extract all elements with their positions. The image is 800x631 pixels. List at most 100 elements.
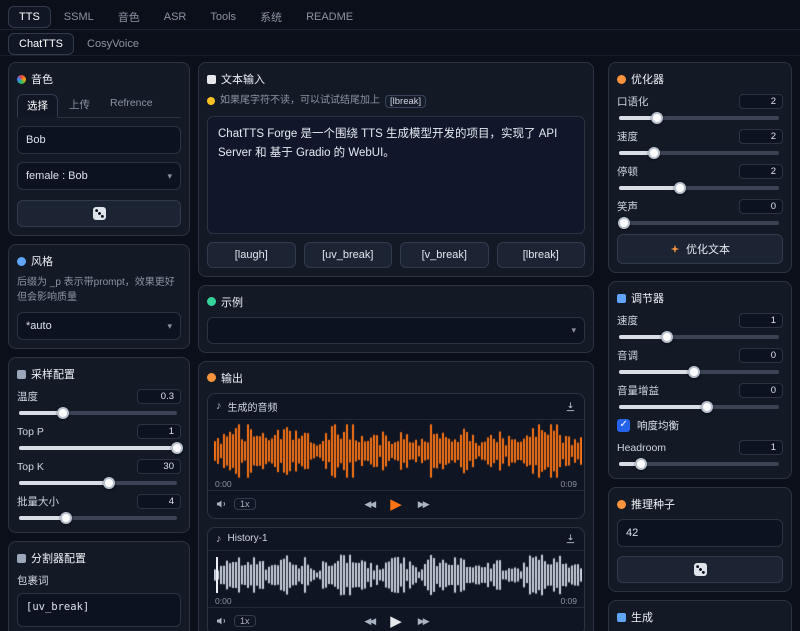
tab-tools[interactable]: Tools <box>199 6 247 28</box>
play-button[interactable]: ▶ <box>390 495 402 513</box>
slider-track[interactable] <box>619 335 779 339</box>
slider-value-input[interactable]: 4 <box>137 494 181 509</box>
checkbox-icon[interactable] <box>617 419 630 432</box>
left-column: 音色 选择 上传 Refrence Bob female : Bob ▾ 风格 … <box>8 62 190 631</box>
slider-handle[interactable] <box>648 147 660 159</box>
main-content: 音色 选择 上传 Refrence Bob female : Bob ▾ 风格 … <box>0 56 800 631</box>
slider-value-input[interactable]: 2 <box>739 94 783 109</box>
text-input-title: 文本输入 <box>221 71 265 87</box>
slider-track[interactable] <box>619 151 779 155</box>
middle-column: 文本输入 如果尾字符不读，可以试试结尾加上 [lbreak] ChatTTS F… <box>198 62 594 631</box>
skip-back-icon[interactable]: ◀◀ <box>364 499 374 510</box>
skip-forward-icon[interactable]: ▶▶ <box>418 616 428 627</box>
slider-handle[interactable] <box>688 366 700 378</box>
text-input-hint: 如果尾字符不读，可以试试结尾加上 [lbreak] <box>207 94 585 109</box>
slider-value-input[interactable]: 2 <box>739 164 783 179</box>
text-input-icon <box>207 75 216 84</box>
slider-handle[interactable] <box>635 458 647 470</box>
waveform-area[interactable]: 0:00 0:09 <box>208 551 584 607</box>
volume-icon[interactable] <box>216 498 228 510</box>
refine-text-button[interactable]: 优化文本 <box>617 234 783 264</box>
slider-label: 速度 <box>617 313 638 328</box>
slider-value-input[interactable]: 1 <box>739 440 783 455</box>
slider-handle[interactable] <box>651 112 663 124</box>
slider-handle[interactable] <box>103 477 115 489</box>
slider-value-input[interactable]: 2 <box>739 129 783 144</box>
waveform-area[interactable]: 0:00 0:09 <box>208 420 584 490</box>
speaker-tab-upload[interactable]: 上传 <box>60 94 99 117</box>
refiner-icon <box>617 75 626 84</box>
token-uv-break-button[interactable]: [uv_break] <box>304 242 393 268</box>
tab-asr[interactable]: ASR <box>153 6 198 28</box>
seed-input[interactable]: 42 <box>617 519 783 547</box>
slider-track[interactable] <box>619 186 779 190</box>
tab-tts[interactable]: TTS <box>8 6 51 28</box>
slider-value-input[interactable]: 0 <box>739 348 783 363</box>
skip-forward-icon[interactable]: ▶▶ <box>418 499 428 510</box>
slider-value-input[interactable]: 30 <box>137 459 181 474</box>
slider-handle[interactable] <box>60 512 72 524</box>
skip-back-icon[interactable]: ◀◀ <box>364 616 374 627</box>
slider-track[interactable] <box>19 411 177 415</box>
slider-label: Top K <box>17 461 44 473</box>
slider-track[interactable] <box>619 370 779 374</box>
slider-value-input[interactable]: 0.3 <box>137 389 181 404</box>
speaker-dropdown[interactable]: female : Bob ▾ <box>17 162 181 190</box>
playback-speed-button[interactable]: 1x <box>234 615 256 627</box>
download-icon[interactable] <box>565 401 576 412</box>
output-icon <box>207 373 216 382</box>
loudness-eq-checkbox[interactable]: 响度均衡 <box>617 418 783 433</box>
oral-slider: 口语化 2 <box>617 94 783 120</box>
tab-cosyvoice[interactable]: CosyVoice <box>76 33 150 55</box>
text-input-panel: 文本输入 如果尾字符不读，可以试试结尾加上 [lbreak] ChatTTS F… <box>198 62 594 277</box>
slider-handle[interactable] <box>674 182 686 194</box>
slider-handle[interactable] <box>661 331 673 343</box>
tab-system[interactable]: 系统 <box>249 4 293 30</box>
slider-track[interactable] <box>19 481 177 485</box>
engine-tab-bar: ChatTTS CosyVoice <box>0 30 800 56</box>
slider-handle[interactable] <box>57 407 69 419</box>
playhead-cursor[interactable] <box>216 557 218 593</box>
slider-value-input[interactable]: 1 <box>739 313 783 328</box>
time-total: 0:09 <box>560 596 577 606</box>
token-lbreak-button[interactable]: [lbreak] <box>497 242 586 268</box>
tts-textarea[interactable]: ChatTTS Forge 是一个围绕 TTS 生成模型开发的项目，实现了 AP… <box>207 116 585 234</box>
volume-icon[interactable] <box>216 615 228 627</box>
slider-track[interactable] <box>619 116 779 120</box>
speaker-name-input[interactable]: Bob <box>17 126 181 154</box>
slider-value-input[interactable]: 0 <box>739 383 783 398</box>
slider-handle[interactable] <box>701 401 713 413</box>
generate-icon <box>617 613 626 622</box>
tab-ssml[interactable]: SSML <box>53 6 105 28</box>
slider-value-input[interactable]: 1 <box>137 424 181 439</box>
download-icon[interactable] <box>565 533 576 544</box>
play-button[interactable]: ▶ <box>390 612 402 630</box>
examples-dropdown[interactable]: ▾ <box>207 317 585 344</box>
tab-voice[interactable]: 音色 <box>107 4 151 30</box>
waveform-canvas[interactable] <box>214 553 582 597</box>
tab-chattts[interactable]: ChatTTS <box>8 33 74 55</box>
slider-track[interactable] <box>619 462 779 466</box>
hint-token-chip: [lbreak] <box>385 95 426 108</box>
right-column: 优化器 口语化 2 速度 2 停顿 2 <box>608 62 792 631</box>
waveform-canvas[interactable] <box>214 422 582 480</box>
slider-handle[interactable] <box>618 217 630 229</box>
speaker-tab-refrence[interactable]: Refrence <box>101 94 162 117</box>
slider-track[interactable] <box>19 516 177 520</box>
token-v-break-button[interactable]: [v_break] <box>400 242 489 268</box>
random-seed-button[interactable] <box>617 556 783 583</box>
tab-readme[interactable]: README <box>295 6 364 28</box>
speaker-tab-select[interactable]: 选择 <box>17 94 58 118</box>
slider-track[interactable] <box>619 405 779 409</box>
token-laugh-button[interactable]: [laugh] <box>207 242 296 268</box>
style-dropdown[interactable]: *auto ▾ <box>17 312 181 340</box>
slider-track[interactable] <box>19 446 177 450</box>
playback-speed-button[interactable]: 1x <box>234 498 256 510</box>
slider-value-input[interactable]: 0 <box>739 199 783 214</box>
slider-track[interactable] <box>619 221 779 225</box>
eos-input[interactable]: [uv_break] <box>17 593 181 627</box>
music-note-icon: ♪ <box>216 400 222 412</box>
random-speaker-button[interactable] <box>17 200 181 227</box>
speaker-dropdown-value: female : Bob <box>26 170 88 182</box>
slider-handle[interactable] <box>171 442 183 454</box>
